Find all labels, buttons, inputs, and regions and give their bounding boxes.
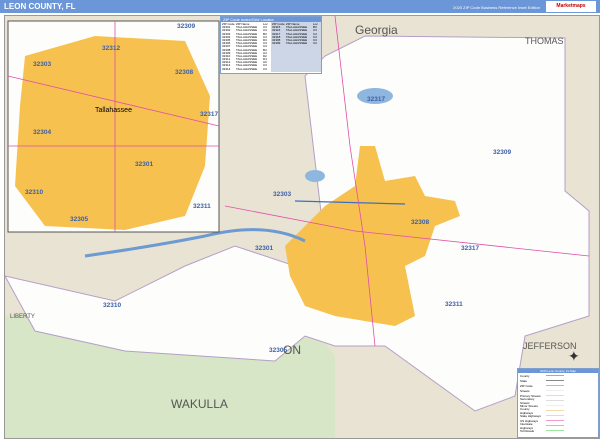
legend-label: Toll Roads xyxy=(520,428,535,433)
zip-label: 32303 xyxy=(33,61,51,68)
legend: 2020 Leon County, FL Map County State ZIP … xyxy=(517,368,599,438)
zip-label: 32317 xyxy=(200,111,218,118)
zip-label: 32309 xyxy=(493,149,511,156)
region-label: Georgia xyxy=(355,23,398,37)
legend-swatch xyxy=(546,384,564,387)
legend-swatch xyxy=(546,404,564,407)
table-cell: TALLAHASSEE xyxy=(286,41,308,46)
table-cell: 32399 xyxy=(272,41,281,46)
city-label: Tallahassee xyxy=(95,107,132,114)
table-cell: C3 xyxy=(313,41,317,46)
legend-swatch xyxy=(546,409,564,412)
legend-swatch xyxy=(546,419,564,422)
map-title: LEON COUNTY, FL xyxy=(4,2,76,11)
legend-label: State xyxy=(520,378,528,383)
legend-label: ZIP Code xyxy=(520,383,533,388)
zip-label: 32301 xyxy=(135,161,153,168)
zip-label: 32309 xyxy=(177,23,195,30)
compass-icon: ✦ xyxy=(568,348,580,364)
zip-label: 32311 xyxy=(193,203,211,210)
legend-label: State Highways xyxy=(520,413,541,418)
table-cell: 32314 xyxy=(222,66,231,71)
legend-swatch xyxy=(546,429,564,432)
table-row: 32399 TALLAHASSEE C3 xyxy=(272,41,320,46)
zip-label: 32317 xyxy=(367,96,385,103)
header-bar: LEON COUNTY, FL 2020 ZIP Code Business R… xyxy=(0,0,600,13)
zip-label: 32308 xyxy=(175,69,193,76)
region-label: LIBERTY xyxy=(10,314,35,320)
region-label: WAKULLA xyxy=(171,397,228,411)
zip-label: 32305 xyxy=(70,216,88,223)
legend-swatch xyxy=(546,399,564,402)
edition-label: 2020 ZIP Code Business Reference Inset E… xyxy=(453,5,540,10)
zip-label: 32317 xyxy=(461,245,479,252)
table-row: 32314 TALLAHASSEE C3 xyxy=(222,66,270,71)
legend-swatch xyxy=(546,424,564,427)
zip-label: 32311 xyxy=(445,301,463,308)
zip-label: 32303 xyxy=(273,191,291,198)
legend-swatch xyxy=(546,389,564,392)
lake xyxy=(305,170,325,182)
zip-label: 32305 xyxy=(269,347,287,354)
brand-logo: Marketmaps xyxy=(546,1,596,12)
table-cell: C3 xyxy=(263,66,267,71)
legend-swatch xyxy=(546,379,564,382)
zip-label: 32304 xyxy=(33,129,51,136)
zip-label: 32312 xyxy=(102,45,120,52)
table-column-right: ZIP Code ZIP Name Loc 32315 TALLAHASSEE B3 323… xyxy=(271,22,321,72)
legend-swatch xyxy=(546,394,564,397)
table-cell: TALLAHASSEE xyxy=(236,66,258,71)
zip-label: 32310 xyxy=(25,189,43,196)
zip-label: 32310 xyxy=(103,302,121,309)
legend-label: County xyxy=(520,373,530,378)
zip-label: 32301 xyxy=(255,245,273,252)
table-column-left: ZIP Code ZIP Name Loc 32301 TALLAHASSEE C3 323… xyxy=(221,22,271,72)
zip-label: 32308 xyxy=(411,219,429,226)
legend-label: Streets xyxy=(520,388,530,393)
zip-index-table: ZIP Code Index/Grid Locator ZIP Code ZIP … xyxy=(220,16,322,74)
legend-swatch xyxy=(546,414,564,417)
region-label: THOMAS xyxy=(525,36,564,46)
inset-map: Tallahassee 32309 32312 32303 32308 3231… xyxy=(7,20,220,233)
legend-item: Toll Roads xyxy=(518,428,598,433)
legend-swatch xyxy=(546,374,564,377)
map-canvas[interactable]: Georgia THOMAS LIBERTY JEFFERSON WAKULLA… xyxy=(4,15,600,439)
